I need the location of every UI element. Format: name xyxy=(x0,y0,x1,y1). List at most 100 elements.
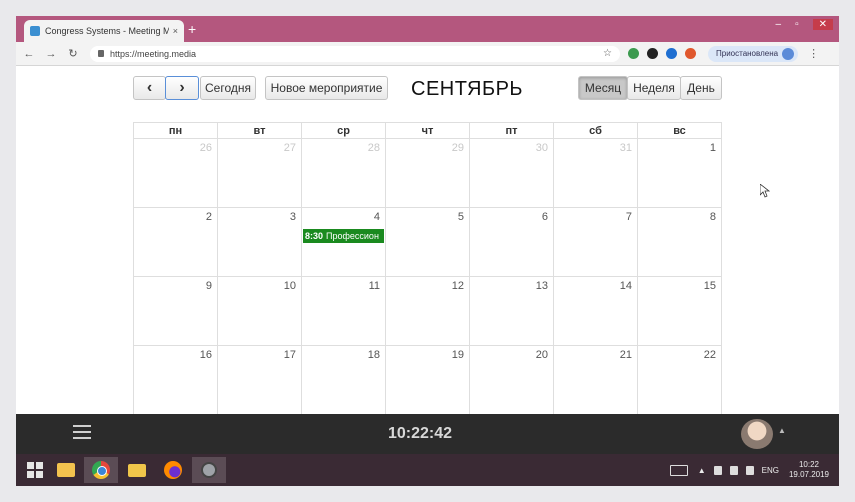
day-cell[interactable]: 31 xyxy=(553,139,637,207)
day-cell[interactable]: 12 xyxy=(385,277,469,345)
day-cell[interactable]: 7 xyxy=(553,208,637,276)
weekday-header: пн вт ср чт пт сб вс xyxy=(133,122,722,139)
day-cell[interactable]: 18 xyxy=(301,346,385,414)
day-cell[interactable]: 27 xyxy=(217,139,301,207)
day-number: 22 xyxy=(703,349,716,361)
firefox-icon xyxy=(164,461,182,479)
profile-button[interactable]: Приостановлена xyxy=(708,45,799,62)
language-indicator[interactable]: ENG xyxy=(762,466,779,475)
extension-icon-2[interactable] xyxy=(647,48,658,59)
day-cell[interactable]: 6 xyxy=(469,208,553,276)
day-cell[interactable]: 3 xyxy=(217,208,301,276)
start-button[interactable] xyxy=(18,457,52,483)
day-cell[interactable]: 15 xyxy=(637,277,721,345)
browser-menu-icon[interactable]: ⋮ xyxy=(808,47,819,60)
close-window-button[interactable]: ✕ xyxy=(812,19,833,30)
day-cell[interactable]: 4 8:30 Профессион xyxy=(301,208,385,276)
day-number: 20 xyxy=(535,349,548,361)
day-number: 5 xyxy=(457,211,464,223)
caret-up-icon[interactable]: ▲ xyxy=(778,426,786,435)
taskbar-clock[interactable]: 10:22 19.07.2019 xyxy=(789,460,829,480)
prev-month-button[interactable]: ‹ xyxy=(133,76,166,100)
windows-taskbar: ▲ ENG 10:22 19.07.2019 xyxy=(16,454,839,486)
day-cell[interactable]: 10 xyxy=(217,277,301,345)
weekday-label: вт xyxy=(217,123,301,138)
bookmark-star-icon[interactable]: ☆ xyxy=(603,48,612,59)
day-number: 7 xyxy=(625,211,632,223)
day-cell[interactable]: 21 xyxy=(553,346,637,414)
day-cell[interactable]: 1 xyxy=(637,139,721,207)
avatar-icon xyxy=(782,47,795,60)
conference-bar: 10:22:42 ▲ xyxy=(16,414,839,454)
day-cell[interactable]: 2 xyxy=(134,208,217,276)
forward-button[interactable]: → xyxy=(42,48,60,60)
day-cell[interactable]: 13 xyxy=(469,277,553,345)
volume-icon[interactable] xyxy=(745,465,754,475)
taskbar-chrome[interactable] xyxy=(84,457,118,483)
weekday-label: ср xyxy=(301,123,385,138)
day-number: 18 xyxy=(367,349,380,361)
day-cell[interactable]: 22 xyxy=(637,346,721,414)
day-cell[interactable]: 17 xyxy=(217,346,301,414)
taskbar-webcam-app[interactable] xyxy=(192,457,226,483)
day-cell[interactable]: 11 xyxy=(301,277,385,345)
back-button[interactable]: ← xyxy=(20,48,38,60)
taskbar-explorer[interactable] xyxy=(49,457,83,483)
maximize-button[interactable]: ▫ xyxy=(795,19,799,30)
browser-tab[interactable]: Congress Systems - Meeting Me × xyxy=(24,20,184,42)
day-cell[interactable]: 30 xyxy=(469,139,553,207)
day-cell[interactable]: 28 xyxy=(301,139,385,207)
network-icon[interactable] xyxy=(713,465,722,475)
day-cell[interactable]: 9 xyxy=(134,277,217,345)
calendar-event[interactable]: 8:30 Профессион xyxy=(303,229,384,243)
folder-icon xyxy=(57,463,75,477)
participant-avatar[interactable] xyxy=(741,419,773,449)
day-cell[interactable]: 5 xyxy=(385,208,469,276)
taskbar-mail[interactable] xyxy=(120,457,154,483)
today-button[interactable]: Сегодня xyxy=(200,76,256,100)
day-number: 10 xyxy=(283,280,296,292)
day-cell[interactable]: 19 xyxy=(385,346,469,414)
session-clock: 10:22:42 xyxy=(388,425,453,442)
day-number: 14 xyxy=(619,280,632,292)
day-cell[interactable]: 14 xyxy=(553,277,637,345)
taskbar-firefox[interactable] xyxy=(156,457,190,483)
week-row: 2 3 4 8:30 Профессион 5 6 7 8 xyxy=(133,208,722,277)
extension-icon-1[interactable] xyxy=(628,48,639,59)
day-cell[interactable]: 26 xyxy=(134,139,217,207)
hamburger-menu-icon[interactable] xyxy=(73,425,91,439)
month-title: СЕНТЯБРЬ xyxy=(411,78,524,100)
next-month-button[interactable]: › xyxy=(165,76,199,100)
view-day-button[interactable]: День xyxy=(680,76,722,100)
new-tab-button[interactable]: + xyxy=(188,21,196,37)
month-grid: пн вт ср чт пт сб вс 26 27 28 29 30 31 1 2 3 4 8:30 Профе… xyxy=(133,122,722,415)
url-text: https://meeting.media xyxy=(110,48,197,59)
day-number: 3 xyxy=(289,211,296,223)
calendar-page: ‹ › Сегодня Новое мероприятие СЕНТЯБРЬ М… xyxy=(16,66,839,415)
day-number: 11 xyxy=(368,280,380,292)
view-month-button[interactable]: Месяц xyxy=(578,76,628,100)
day-number: 2 xyxy=(205,211,212,223)
view-week-button[interactable]: Неделя xyxy=(627,76,681,100)
tab-close-icon[interactable]: × xyxy=(173,26,178,36)
day-cell[interactable]: 16 xyxy=(134,346,217,414)
day-number: 13 xyxy=(535,280,548,292)
weekday-label: вс xyxy=(637,123,721,138)
weekday-label: сб xyxy=(553,123,637,138)
keyboard-icon[interactable] xyxy=(669,464,688,476)
reload-button[interactable]: ↻ xyxy=(64,47,82,60)
taskbar-time: 10:22 xyxy=(798,460,819,469)
day-cell[interactable]: 29 xyxy=(385,139,469,207)
minimize-button[interactable]: – xyxy=(776,19,782,30)
day-number: 6 xyxy=(541,211,548,223)
url-input[interactable]: https://meeting.media ☆ xyxy=(90,45,620,62)
tray-caret-icon[interactable]: ▲ xyxy=(698,466,706,475)
extension-icon-3[interactable] xyxy=(666,48,677,59)
day-cell[interactable]: 20 xyxy=(469,346,553,414)
day-cell[interactable]: 8 xyxy=(637,208,721,276)
battery-icon[interactable] xyxy=(729,465,738,475)
day-number: 21 xyxy=(619,349,632,361)
extension-icon-4[interactable] xyxy=(685,48,696,59)
day-number: 8 xyxy=(709,211,716,223)
new-event-button[interactable]: Новое мероприятие xyxy=(265,76,388,100)
